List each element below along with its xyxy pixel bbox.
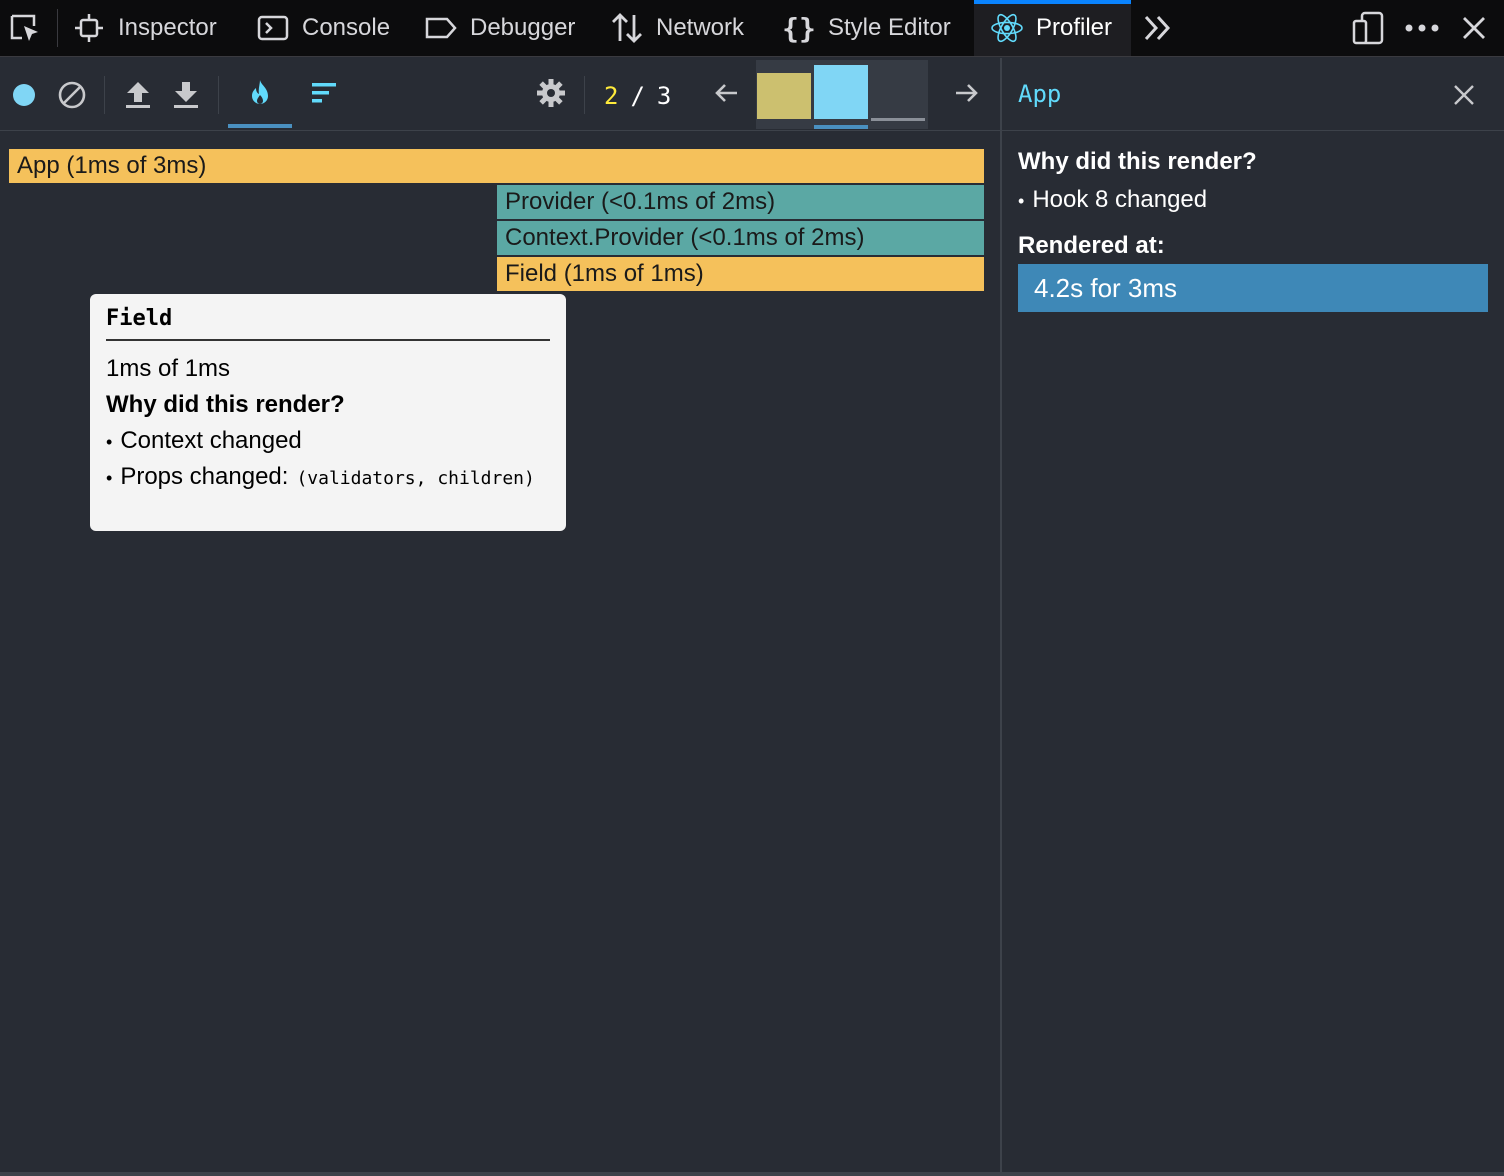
network-icon bbox=[610, 11, 644, 45]
rendered-at-item[interactable]: 4.2s for 3ms bbox=[1018, 264, 1488, 312]
clear-profiling-button[interactable] bbox=[52, 76, 92, 114]
tab-debugger[interactable]: Debugger bbox=[424, 0, 575, 56]
flame-frame-context-provider[interactable]: Context.Provider (<0.1ms of 2ms) bbox=[497, 221, 984, 255]
responsive-design-icon[interactable] bbox=[1350, 11, 1386, 45]
tooltip-reason: • Context changed bbox=[106, 427, 550, 455]
inspector-icon bbox=[72, 11, 106, 45]
tab-debugger-label: Debugger bbox=[470, 14, 576, 41]
commit-total: 3 bbox=[656, 82, 672, 110]
tab-style-editor[interactable]: {} Style Editor bbox=[782, 0, 951, 56]
commit-counter: 2 / 3 bbox=[604, 78, 671, 114]
tooltip-reason: • Props changed: (validators, children) bbox=[106, 463, 550, 491]
sidebar-header: App bbox=[1002, 58, 1504, 131]
more-tabs-chevron-icon[interactable] bbox=[1140, 12, 1176, 44]
tooltip-reason-text: Context changed bbox=[120, 427, 302, 454]
ranked-icon bbox=[310, 81, 338, 110]
flamegraph-chart-button[interactable] bbox=[240, 76, 280, 114]
flamegraph-tab-indicator bbox=[228, 124, 292, 128]
gear-icon bbox=[536, 78, 566, 113]
sidebar-title: App bbox=[1018, 80, 1062, 108]
bottom-border bbox=[0, 1172, 1504, 1176]
tab-network-label: Network bbox=[656, 14, 745, 41]
tooltip-title: Field bbox=[106, 306, 550, 341]
tooltip-reason-detail: (validators, children) bbox=[296, 468, 535, 489]
arrow-left-icon bbox=[713, 82, 739, 109]
previous-commit-button[interactable] bbox=[706, 76, 746, 114]
sidebar-reason-text: Hook 8 changed bbox=[1032, 186, 1208, 213]
toolbar-divider bbox=[104, 76, 105, 114]
sidebar-rendered-at-heading: Rendered at: bbox=[1018, 232, 1165, 259]
debugger-icon bbox=[424, 11, 458, 45]
react-icon bbox=[990, 11, 1024, 45]
tooltip-why-heading: Why did this render? bbox=[106, 391, 345, 418]
tab-network[interactable]: Network bbox=[610, 0, 744, 56]
bullet: • bbox=[106, 432, 113, 452]
toolbar-divider bbox=[584, 76, 585, 114]
toolbar-divider bbox=[218, 76, 219, 114]
console-icon bbox=[256, 11, 290, 45]
tab-bar-divider bbox=[57, 9, 58, 47]
close-devtools-icon[interactable] bbox=[1456, 11, 1492, 45]
record-button[interactable] bbox=[4, 76, 44, 114]
close-sidebar-icon[interactable] bbox=[1446, 78, 1482, 112]
tab-profiler[interactable]: Profiler bbox=[974, 0, 1131, 56]
tab-profiler-label: Profiler bbox=[1036, 14, 1113, 41]
sidebar-splitter[interactable] bbox=[1000, 58, 1002, 1176]
save-profile-button[interactable] bbox=[166, 76, 206, 114]
flamegraph: App (1ms of 3ms) Provider (<0.1ms of 2ms… bbox=[0, 132, 1000, 1176]
devtools-tab-bar: Inspector Console Debugger Network {} St… bbox=[0, 0, 1504, 57]
arrow-right-icon bbox=[954, 82, 980, 109]
ranked-chart-button[interactable] bbox=[304, 76, 344, 114]
tab-console-label: Console bbox=[302, 14, 391, 41]
flame-frame-field[interactable]: Field (1ms of 1ms) bbox=[497, 257, 984, 291]
settings-button[interactable] bbox=[531, 76, 571, 114]
load-profile-button[interactable] bbox=[118, 76, 158, 114]
commit-selector[interactable] bbox=[756, 60, 928, 129]
style-editor-icon: {} bbox=[782, 11, 816, 45]
flame-icon bbox=[248, 78, 272, 113]
commit-current: 2 bbox=[604, 82, 619, 110]
tab-inspector[interactable]: Inspector bbox=[72, 0, 217, 56]
element-picker-icon[interactable] bbox=[6, 12, 44, 44]
sidebar-body: Why did this render? • Hook 8 changed Re… bbox=[1018, 148, 1490, 312]
tab-console[interactable]: Console bbox=[256, 0, 390, 56]
sidebar-why-heading: Why did this render? bbox=[1018, 148, 1257, 175]
tab-style-editor-label: Style Editor bbox=[828, 14, 951, 41]
flame-frame-provider[interactable]: Provider (<0.1ms of 2ms) bbox=[497, 185, 984, 219]
commit-bar[interactable] bbox=[871, 118, 925, 121]
flame-frame-app[interactable]: App (1ms of 3ms) bbox=[9, 149, 984, 183]
commit-bar[interactable] bbox=[757, 73, 811, 119]
next-commit-button[interactable] bbox=[947, 76, 987, 114]
commit-bar-selected[interactable] bbox=[814, 65, 868, 119]
bullet: • bbox=[106, 468, 113, 488]
sidebar-reason: • Hook 8 changed bbox=[1018, 186, 1490, 214]
tab-inspector-label: Inspector bbox=[118, 14, 217, 41]
bullet: • bbox=[1018, 191, 1025, 211]
commit-separator: / bbox=[630, 82, 645, 110]
more-options-icon[interactable] bbox=[1402, 11, 1442, 45]
tooltip-duration: 1ms of 1ms bbox=[106, 355, 231, 382]
tooltip-reason-text: Props changed: bbox=[120, 463, 289, 490]
selected-commit-indicator bbox=[814, 125, 868, 129]
frame-tooltip: Field 1ms of 1ms Why did this render? • … bbox=[90, 294, 566, 531]
